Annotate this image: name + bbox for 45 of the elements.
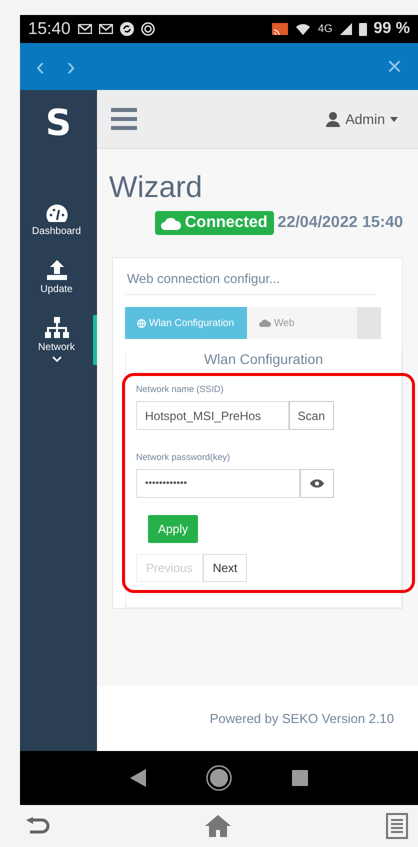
eye-icon <box>310 479 324 488</box>
battery-icon <box>358 22 367 36</box>
network-type: 4G <box>318 23 333 35</box>
gauge-icon <box>44 204 68 223</box>
scan-button[interactable]: Scan <box>288 401 334 430</box>
footer-text: Powered by SEKO Version 2.10 <box>210 711 394 726</box>
upload-icon <box>46 259 68 281</box>
show-password-button[interactable] <box>300 469 334 498</box>
field-label: Network password(key) <box>136 452 230 462</box>
ssid-input-field[interactable]: Hotspot_MSI_PreHos <box>136 401 289 430</box>
signal-icon <box>340 23 352 35</box>
field-label: Network name (SSID) <box>136 384 224 394</box>
globe-icon <box>137 318 146 328</box>
sync-icon <box>120 22 134 36</box>
card-title: Web connection configur... <box>125 266 376 295</box>
undo-icon[interactable] <box>26 817 50 835</box>
timestamp: 22/04/2022 15:40 <box>278 214 403 232</box>
caret-icon <box>390 116 398 122</box>
status-time: 15:40 <box>28 19 71 39</box>
wifi-icon <box>294 23 311 35</box>
circle-icon <box>140 22 155 36</box>
cloud-icon <box>160 216 181 230</box>
sidebar-item[interactable]: Dashboard <box>20 202 97 239</box>
connection-status-badge: Connected <box>154 211 274 235</box>
tab-bar-end <box>357 307 381 339</box>
home-circle-icon[interactable] <box>206 765 232 791</box>
list-icon[interactable] <box>386 813 408 839</box>
mail-icon <box>78 24 92 34</box>
home-icon[interactable] <box>205 815 231 837</box>
cloud-icon <box>259 319 271 327</box>
cast-icon <box>272 23 288 35</box>
chevron-down-icon <box>52 356 62 363</box>
page-title: Wizard <box>109 171 204 205</box>
menu-icon[interactable] <box>111 108 137 130</box>
user-icon <box>326 112 340 126</box>
pager-button[interactable]: Next <box>202 554 248 582</box>
mail-icon <box>98 24 113 34</box>
sidebar-item[interactable]: Update <box>20 257 97 297</box>
section-title: Wlan Configuration <box>202 351 324 367</box>
back-triangle-icon[interactable] <box>130 769 146 787</box>
user-menu[interactable]: Admin <box>320 110 404 128</box>
battery-percent: 99 % <box>374 20 410 38</box>
password-input-field[interactable]: •••••••••••• <box>136 469 300 498</box>
logo: S <box>46 104 72 144</box>
sitemap-icon <box>44 317 68 339</box>
